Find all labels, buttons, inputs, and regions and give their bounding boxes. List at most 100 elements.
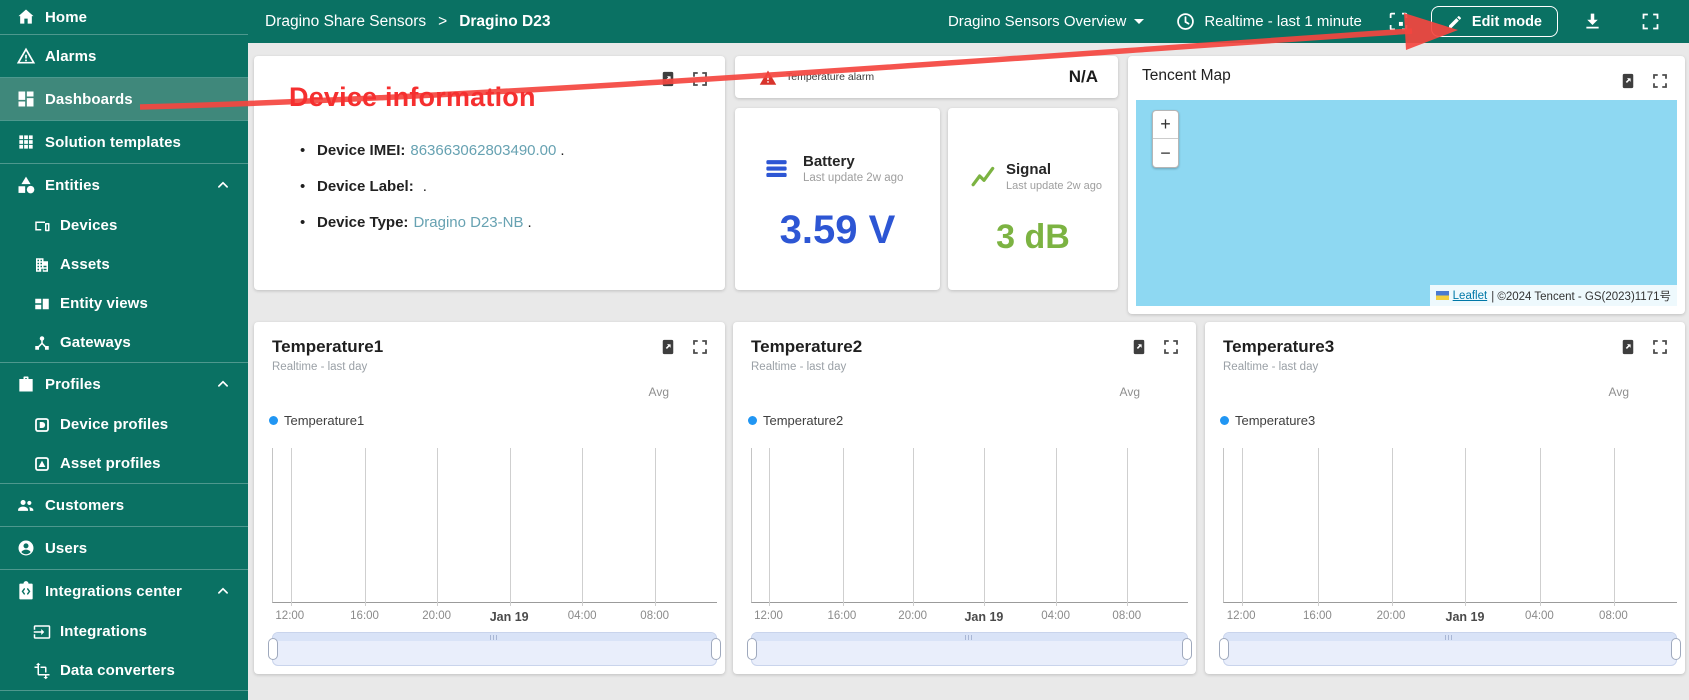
fullscreen-widget-icon[interactable] <box>691 338 709 356</box>
map-canvas[interactable]: + − Leaflet | ©2024 Tencent - GS(2023)11… <box>1136 100 1677 306</box>
chevron-up-icon <box>214 375 232 393</box>
aggregation-label[interactable]: Avg <box>1120 385 1140 399</box>
x-tick: 20:00 <box>422 610 452 622</box>
sidebar-item-home[interactable]: Home <box>0 0 248 34</box>
signal-value: 3 dB <box>996 218 1070 256</box>
sidebar-item-assets[interactable]: Assets <box>0 245 248 284</box>
x-tick: 16:00 <box>827 610 857 622</box>
series-dot-icon <box>269 416 278 425</box>
download-icon[interactable] <box>1582 11 1603 32</box>
aggregation-label[interactable]: Avg <box>1609 385 1629 399</box>
legend-label: Temperature2 <box>763 413 844 428</box>
aggregation-label[interactable]: Avg <box>649 385 669 399</box>
sidebar: Home Alarms Dashboards Solution template… <box>0 0 248 700</box>
export-widget-icon[interactable] <box>1619 72 1637 90</box>
signal-trend-icon <box>971 163 997 189</box>
sidebar-item-dashboards[interactable]: Dashboards <box>0 78 248 120</box>
chevron-up-icon <box>214 582 232 600</box>
clock-icon <box>1175 11 1196 32</box>
fullscreen-widget-icon[interactable] <box>1651 338 1669 356</box>
edit-mode-button[interactable]: Edit mode <box>1430 6 1558 37</box>
leaflet-link[interactable]: Leaflet <box>1453 290 1488 302</box>
sidebar-item-devices[interactable]: Devices <box>0 206 248 245</box>
timewindow-button[interactable]: Realtime - last 1 minute <box>1175 11 1362 32</box>
profiles-icon <box>16 374 36 394</box>
sidebar-item-customers[interactable]: Customers <box>0 484 248 526</box>
sidebar-item-integrations[interactable]: Integrations <box>0 612 248 651</box>
screenshot-icon[interactable] <box>1388 11 1409 32</box>
export-widget-icon[interactable] <box>1130 338 1148 356</box>
sidebar-item-entity-views[interactable]: Entity views <box>0 284 248 323</box>
time-scrollbar[interactable] <box>1219 632 1681 666</box>
device-profiles-icon <box>33 416 51 434</box>
sidebar-item-label: Profiles <box>45 375 101 393</box>
legend-item[interactable]: Temperature3 <box>1220 413 1315 428</box>
device-type-row: • Device Type: Dragino D23-NB. <box>300 214 532 231</box>
scrollbar-grip-icon[interactable] <box>1445 635 1454 640</box>
scrollbar-grip-icon[interactable] <box>964 635 974 640</box>
fullscreen-widget-icon[interactable] <box>1162 338 1180 356</box>
scrollbar-left-handle[interactable] <box>1219 638 1229 660</box>
entities-icon <box>16 175 36 195</box>
gateways-icon <box>33 334 51 352</box>
chart-plot-area <box>272 448 717 606</box>
legend-item[interactable]: Temperature1 <box>269 413 364 428</box>
fullscreen-widget-icon[interactable] <box>691 70 709 88</box>
sidebar-item-label: Users <box>45 539 88 557</box>
breadcrumb-parent[interactable]: Dragino Share Sensors <box>265 13 426 31</box>
scrollbar-right-handle[interactable] <box>711 638 721 660</box>
sidebar-item-integrations-center[interactable]: Integrations center <box>0 570 248 612</box>
zoom-out-button[interactable]: − <box>1153 139 1178 167</box>
alarm-triangle-icon <box>759 69 777 85</box>
scrollbar-right-handle[interactable] <box>1671 638 1681 660</box>
legend-label: Temperature1 <box>284 413 365 428</box>
x-axis-ticks: 12:00 16:00 20:00 Jan 19 04:00 08:00 <box>272 610 717 626</box>
x-tick: 16:00 <box>1303 610 1332 622</box>
dashboard-select[interactable]: Dragino Sensors Overview <box>948 13 1145 30</box>
sidebar-item-users[interactable]: Users <box>0 527 248 569</box>
scrollbar-left-handle[interactable] <box>268 638 278 660</box>
series-dot-icon <box>748 416 757 425</box>
sidebar-item-solution-templates[interactable]: Solution templates <box>0 121 248 163</box>
temperature1-chart-widget: Temperature1 Realtime - last day Avg Tem… <box>254 322 725 674</box>
x-tick: 08:00 <box>640 610 670 622</box>
alarm-label: Temperature alarm <box>786 71 875 83</box>
sidebar-item-gateways[interactable]: Gateways <box>0 323 248 362</box>
sidebar-item-profiles[interactable]: Profiles <box>0 363 248 405</box>
chevron-down-icon <box>1134 18 1145 24</box>
entity-views-icon <box>33 295 51 313</box>
device-info-widget: • Device IMEI: 863663062803490.00. • Device… <box>254 56 725 290</box>
map-copyright: | ©2024 Tencent - GS(2023)1171号 <box>1491 290 1671 303</box>
time-scrollbar[interactable] <box>268 632 721 666</box>
sidebar-item-asset-profiles[interactable]: Asset profiles <box>0 444 248 483</box>
sidebar-item-data-converters[interactable]: Data converters <box>0 651 248 690</box>
sidebar-item-label: Data converters <box>60 662 175 679</box>
series-dot-icon <box>1220 416 1229 425</box>
legend-item[interactable]: Temperature2 <box>748 413 843 428</box>
customers-icon <box>16 495 36 515</box>
sidebar-item-alarms[interactable]: Alarms <box>0 35 248 77</box>
export-widget-icon[interactable] <box>659 70 677 88</box>
fullscreen-icon[interactable] <box>1640 11 1661 32</box>
breadcrumb-current: Dragino D23 <box>459 12 551 30</box>
sidebar-item-label: Integrations <box>60 623 148 640</box>
sidebar-item-entities[interactable]: Entities <box>0 164 248 206</box>
export-widget-icon[interactable] <box>659 338 677 356</box>
breadcrumb: Dragino Share Sensors > Dragino D23 <box>265 13 551 31</box>
asset-profiles-icon <box>33 455 51 473</box>
ukraine-flag-icon <box>1435 291 1449 300</box>
export-widget-icon[interactable] <box>1619 338 1637 356</box>
scrollbar-left-handle[interactable] <box>747 638 757 660</box>
sidebar-item-label: Home <box>45 8 88 26</box>
sidebar-item-label: Gateways <box>60 334 131 351</box>
scrollbar-right-handle[interactable] <box>1182 638 1192 660</box>
fullscreen-widget-icon[interactable] <box>1651 72 1669 90</box>
sidebar-item-label: Entity views <box>60 295 148 312</box>
data-converters-icon <box>33 662 51 680</box>
time-scrollbar[interactable] <box>747 632 1192 666</box>
zoom-in-button[interactable]: + <box>1153 111 1178 139</box>
scrollbar-grip-icon[interactable] <box>489 635 499 640</box>
battery-last-update: Last update 2w ago <box>803 172 904 184</box>
x-tick: 12:00 <box>1226 610 1256 622</box>
sidebar-item-device-profiles[interactable]: Device profiles <box>0 405 248 444</box>
